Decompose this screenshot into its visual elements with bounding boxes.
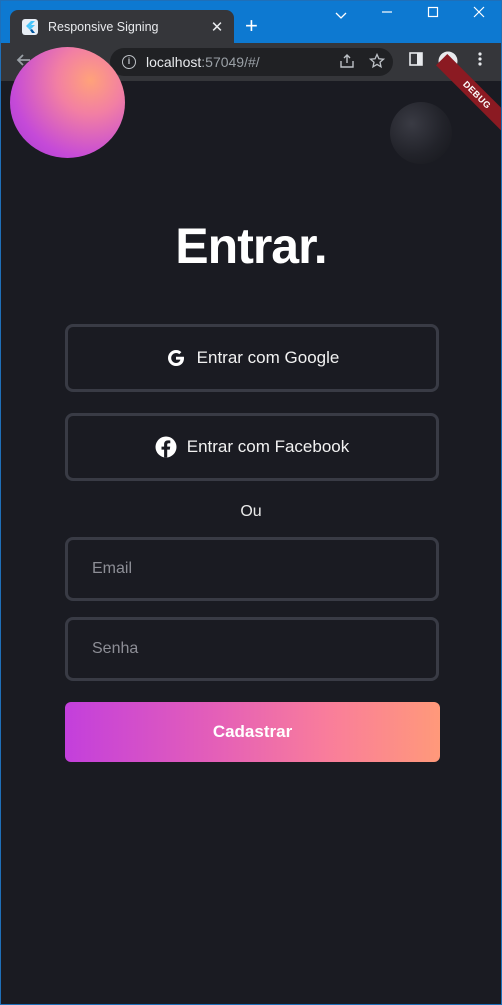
decorative-dark-orb [390,102,452,164]
google-signin-button[interactable]: Entrar com Google [65,324,439,392]
close-window-icon[interactable] [469,5,489,23]
tab-title: Responsive Signing [48,19,159,34]
browser-tab[interactable]: Responsive Signing ✕ [10,10,234,43]
page-title: Entrar. [175,218,327,274]
menu-icon[interactable] [469,51,491,73]
flutter-favicon-icon [22,18,38,35]
address-bar[interactable]: i localhost :57049/#/ [110,48,393,76]
app-page: DEBUG Entrar. Entrar com Google Entrar c… [1,47,501,1004]
maximize-icon[interactable] [423,5,443,23]
share-icon[interactable] [339,53,355,72]
decorative-pink-orb [10,47,125,158]
browser-window: Responsive Signing ✕ + i localhost :5704… [0,0,502,1005]
tab-strip: Responsive Signing ✕ + [1,1,501,43]
tab-search-chevron-icon[interactable] [331,7,351,25]
google-icon [165,347,187,369]
sidepanel-icon[interactable] [405,51,427,73]
new-tab-icon[interactable]: + [245,13,258,39]
tab-close-icon[interactable]: ✕ [206,18,228,36]
minimize-icon[interactable] [377,5,397,23]
site-info-icon[interactable]: i [122,55,136,69]
url-host: localhost [146,54,202,70]
facebook-button-label: Entrar com Facebook [186,437,350,456]
url-path: :57049/#/ [201,54,260,70]
star-icon[interactable] [368,52,386,72]
register-button[interactable]: Cadastrar [65,702,440,762]
google-button-label: Entrar com Google [196,348,340,367]
divider-text: Ou [240,503,262,520]
facebook-icon [155,436,177,458]
facebook-signin-button[interactable]: Entrar com Facebook [65,413,439,481]
password-field[interactable] [65,617,439,681]
email-field[interactable] [65,537,439,601]
